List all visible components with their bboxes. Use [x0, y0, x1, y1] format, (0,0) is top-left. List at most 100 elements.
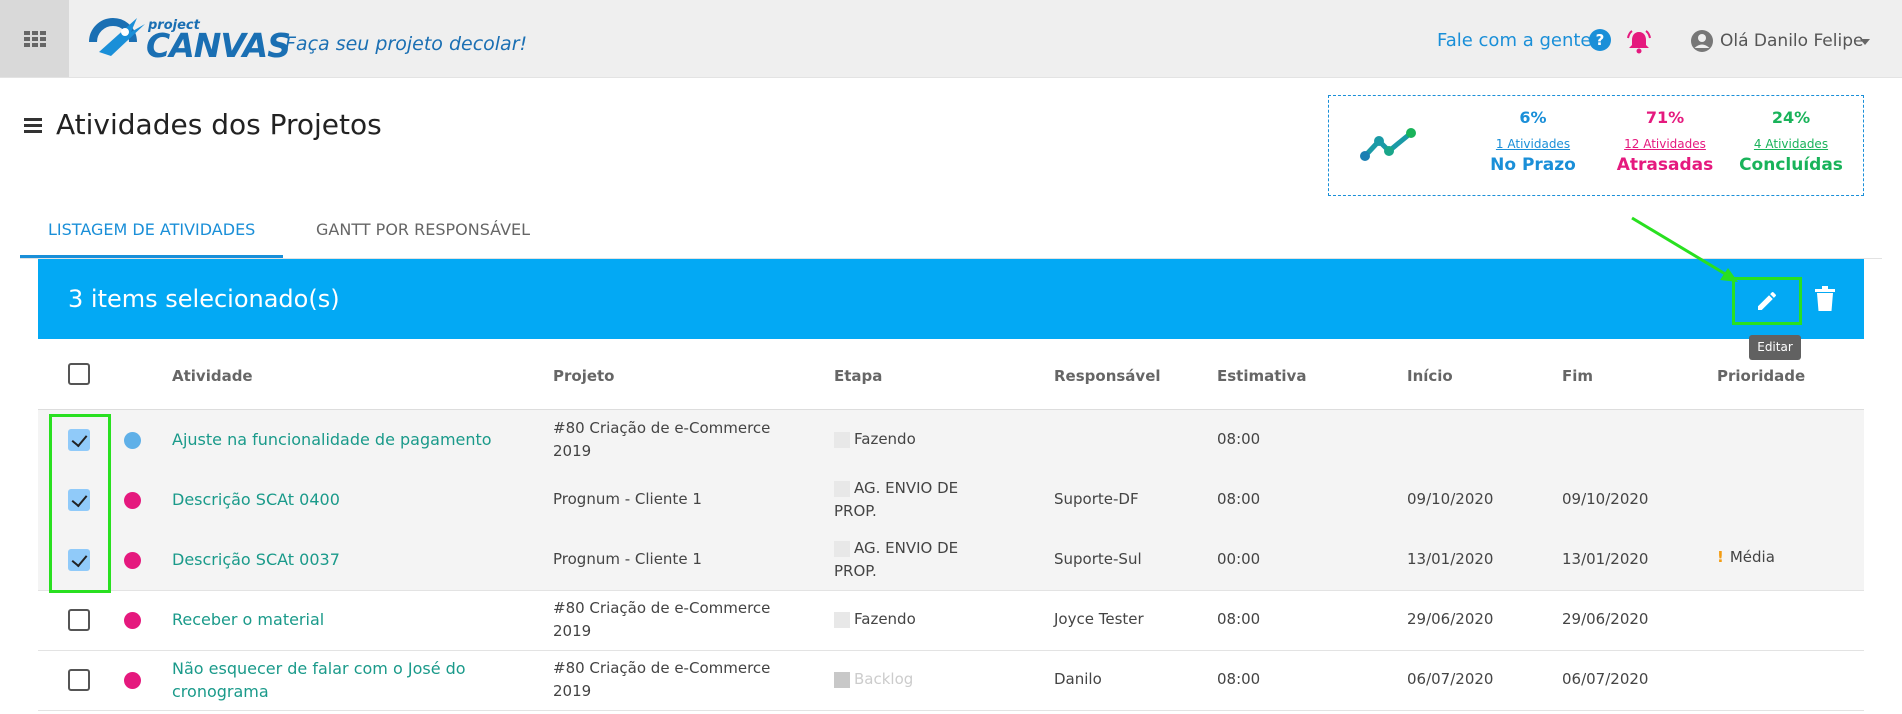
start-date-cell: 09/10/2020 [1407, 490, 1494, 508]
stage-label: AG. ENVIO DE PROP. [834, 479, 959, 520]
trash-icon [1815, 286, 1835, 311]
row-checkbox[interactable] [68, 609, 90, 631]
status-dot [124, 612, 141, 629]
logo-text[interactable]: CANVAS [146, 26, 291, 65]
stage-label: Fazendo [854, 430, 916, 448]
selection-count: 3 items selecionado(s) [68, 285, 340, 313]
stat-done-count[interactable]: 4 Atividades [1731, 137, 1851, 151]
stage-cell: AG. ENVIO DE PROP. [834, 477, 984, 523]
activity-link[interactable]: Ajuste na funcionalidade de pagamento [172, 428, 492, 451]
status-dot [124, 672, 141, 689]
stage-color-swatch [834, 431, 850, 448]
project-cell: Prognum - Cliente 1 [553, 490, 702, 508]
table-row[interactable]: Não esquecer de falar com o José do cron… [38, 650, 1864, 711]
table-row[interactable]: Descrição SCAt 0400 Prognum - Cliente 1 … [38, 470, 1864, 531]
stat-late-count[interactable]: 12 Atividades [1605, 137, 1725, 151]
owner-cell: Suporte-Sul [1054, 550, 1142, 568]
stat-on-time-percent: 6% [1519, 108, 1547, 127]
table-row[interactable]: Ajuste na funcionalidade de pagamento #8… [38, 410, 1864, 471]
project-cell: #80 Criação de e-Commerce 2019 [553, 419, 771, 460]
column-header[interactable]: Fim [1562, 367, 1593, 385]
stage-cell: Fazendo [834, 608, 916, 631]
stat-on-time[interactable]: 6% 1 Atividades No Prazo [1473, 108, 1593, 175]
stat-on-time-label: No Prazo [1490, 155, 1576, 175]
estimate-cell: 08:00 [1217, 430, 1261, 448]
stage-cell: Backlog [834, 668, 913, 691]
contact-link[interactable]: Fale com a gente [1437, 30, 1592, 51]
column-header[interactable]: Responsável [1054, 367, 1161, 385]
delete-button[interactable] [1812, 284, 1838, 314]
top-bar: project CANVAS Faça seu projeto decolar!… [0, 0, 1902, 78]
start-date-cell: 29/06/2020 [1407, 610, 1494, 628]
priority-exclamation-icon: ! [1717, 548, 1724, 566]
page-title: Atividades dos Projetos [56, 108, 382, 141]
owner-cell: Suporte-DF [1054, 490, 1139, 508]
project-cell: #80 Criação de e-Commerce 2019 [553, 599, 771, 640]
estimate-cell: 08:00 [1217, 670, 1261, 688]
stat-on-time-count[interactable]: 1 Atividades [1473, 137, 1593, 151]
table-row[interactable]: Receber o material #80 Criação de e-Comm… [38, 590, 1864, 651]
stat-done-label: Concluídas [1739, 155, 1843, 175]
priority-label: Média [1729, 548, 1775, 566]
column-header[interactable]: Projeto [553, 367, 615, 385]
stat-done[interactable]: 24% 4 Atividades Concluídas [1731, 108, 1851, 175]
stat-late-percent: 71% [1645, 108, 1685, 127]
start-date-cell: 06/07/2020 [1407, 670, 1494, 688]
user-menu[interactable]: Olá Danilo Felipe [1720, 31, 1863, 51]
estimate-cell: 08:00 [1217, 610, 1261, 628]
column-header[interactable]: Estimativa [1217, 367, 1306, 385]
column-header[interactable]: Etapa [834, 367, 882, 385]
table-header: Atividade Projeto Etapa Responsável Esti… [38, 345, 1864, 410]
selection-toolbar: 3 items selecionado(s) [38, 259, 1864, 339]
tagline: Faça seu projeto decolar! [285, 33, 528, 55]
list-icon [24, 118, 42, 136]
column-header[interactable]: Prioridade [1717, 367, 1805, 385]
apps-menu-button[interactable] [0, 0, 69, 77]
activity-link[interactable]: Descrição SCAt 0400 [172, 488, 340, 511]
tab-gantt-by-owner[interactable]: GANTT POR RESPONSÁVEL [288, 205, 558, 258]
activity-link[interactable]: Descrição SCAt 0037 [172, 548, 340, 571]
bell-icon[interactable] [1626, 29, 1652, 55]
stat-late-label: Atrasadas [1616, 155, 1714, 175]
stage-color-swatch [834, 540, 850, 557]
column-header[interactable]: Início [1407, 367, 1453, 385]
priority-cell: ! Média [1717, 546, 1775, 569]
estimate-cell: 00:00 [1217, 550, 1261, 568]
stage-color-swatch [834, 671, 850, 688]
owner-cell: Danilo [1054, 670, 1102, 688]
user-avatar-icon[interactable] [1690, 29, 1714, 53]
end-date-cell: 06/07/2020 [1562, 670, 1649, 688]
project-cell: Prognum - Cliente 1 [553, 550, 702, 568]
trend-chart-icon [1360, 128, 1416, 161]
stage-label: Fazendo [854, 610, 916, 628]
annotation-highlight-box [49, 414, 111, 593]
activity-link[interactable]: Não esquecer de falar com o José do cron… [172, 657, 472, 703]
end-date-cell: 09/10/2020 [1562, 490, 1649, 508]
estimate-cell: 08:00 [1217, 490, 1261, 508]
column-header[interactable]: Atividade [172, 367, 253, 385]
end-date-cell: 29/06/2020 [1562, 610, 1649, 628]
end-date-cell: 13/01/2020 [1562, 550, 1649, 568]
grid-icon [23, 30, 46, 47]
tab-activity-list[interactable]: LISTAGEM DE ATIVIDADES [20, 205, 284, 258]
tab-bar: LISTAGEM DE ATIVIDADES GANTT POR RESPONS… [20, 205, 1882, 259]
select-all-checkbox[interactable] [68, 363, 90, 385]
stage-color-swatch [834, 611, 850, 628]
chevron-down-icon[interactable] [1860, 39, 1870, 45]
start-date-cell: 13/01/2020 [1407, 550, 1494, 568]
activity-stats-panel: 6% 1 Atividades No Prazo 71% 12 Atividad… [1328, 95, 1864, 196]
stage-color-swatch [834, 480, 850, 497]
status-dot [124, 492, 141, 509]
row-checkbox[interactable] [68, 669, 90, 691]
table-row[interactable]: Descrição SCAt 0037 Prognum - Cliente 1 … [38, 530, 1864, 591]
help-icon[interactable]: ? [1589, 29, 1611, 51]
activity-link[interactable]: Receber o material [172, 608, 324, 631]
owner-cell: Joyce Tester [1054, 610, 1144, 628]
stage-label: AG. ENVIO DE PROP. [834, 539, 959, 580]
pencil-icon [1758, 291, 1777, 310]
annotation-arrow [1631, 216, 1738, 282]
status-dot [124, 552, 141, 569]
stage-cell: Fazendo [834, 428, 916, 451]
stat-late[interactable]: 71% 12 Atividades Atrasadas [1605, 108, 1725, 175]
stage-cell: AG. ENVIO DE PROP. [834, 537, 984, 583]
